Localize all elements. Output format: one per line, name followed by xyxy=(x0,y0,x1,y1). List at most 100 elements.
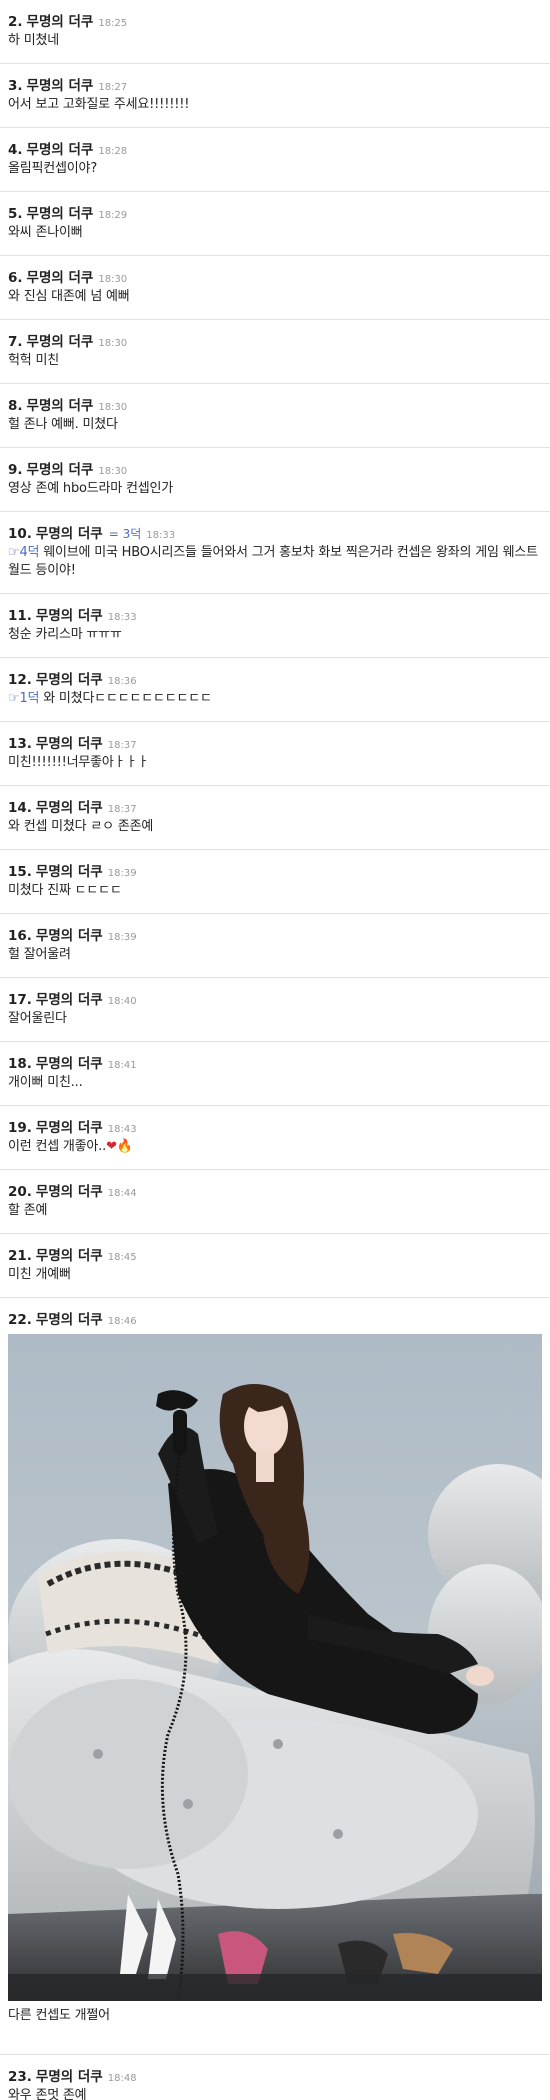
comment-author[interactable]: 무명의 더쿠 xyxy=(27,330,94,350)
comment-author[interactable]: 무명의 더쿠 xyxy=(36,924,103,944)
comment-time: 18:43 xyxy=(107,1124,137,1135)
comment-body: 잘어울린다 xyxy=(8,1011,67,1026)
reply-reference-link[interactable]: ☞1덕 xyxy=(8,691,39,706)
comment-author[interactable]: 무명의 더쿠 xyxy=(27,202,94,222)
comment-number[interactable]: 17. xyxy=(8,992,32,1008)
comment: 18. 무명의 더쿠 18:41 개이뻐 미친... xyxy=(0,1042,550,1106)
comment: 3. 무명의 더쿠 18:27 어서 보고 고화질로 주세요!!!!!!!! xyxy=(0,64,550,128)
comment-author[interactable]: 무명의 더쿠 xyxy=(27,394,94,414)
comment-author[interactable]: 무명의 더쿠 xyxy=(27,74,94,94)
comment-number[interactable]: 4. xyxy=(8,142,23,158)
comment-time: 18:30 xyxy=(98,466,128,477)
comment-author[interactable]: 무명의 더쿠 xyxy=(36,1308,103,1328)
comment-body: 어서 보고 고화질로 주세요!!!!!!!! xyxy=(8,97,190,112)
comment-time: 18:30 xyxy=(98,402,128,413)
comment: 14. 무명의 더쿠 18:37 와 컨셉 미쳤다 ㄹㅇ 존존예 xyxy=(0,786,550,850)
comment: 20. 무명의 더쿠 18:44 할 존예 xyxy=(0,1170,550,1234)
comment-number[interactable]: 11. xyxy=(8,608,32,624)
comment-time: 18:36 xyxy=(107,676,137,687)
comment-number[interactable]: 5. xyxy=(8,206,23,222)
comment-time: 18:29 xyxy=(98,210,128,221)
comment-author[interactable]: 무명의 더쿠 xyxy=(36,668,103,688)
comment-time: 18:39 xyxy=(107,868,137,879)
comment-number[interactable]: 9. xyxy=(8,462,23,478)
comment-number[interactable]: 7. xyxy=(8,334,23,350)
comment-time: 18:30 xyxy=(98,338,128,349)
comment: 8. 무명의 더쿠 18:30 헐 존나 예뻐. 미쳤다 xyxy=(0,384,550,448)
comment-time: 18:37 xyxy=(107,804,137,815)
comment-meta: 5. 무명의 더쿠 18:29 xyxy=(8,202,542,222)
comment-meta: 7. 무명의 더쿠 18:30 xyxy=(8,330,542,350)
comment-number[interactable]: 21. xyxy=(8,1248,32,1264)
comment-time: 18:40 xyxy=(107,996,137,1007)
reply-reference-link[interactable]: ☞4덕 xyxy=(8,545,39,560)
comment-meta: 12. 무명의 더쿠 18:36 xyxy=(8,668,542,688)
comment-meta: 21. 무명의 더쿠 18:45 xyxy=(8,1244,542,1264)
comment-number[interactable]: 10. xyxy=(8,526,32,542)
comment: 9. 무명의 더쿠 18:30 영상 존예 hbo드라마 컨셉인가 xyxy=(0,448,550,512)
comment-body: 이런 컨셉 개좋아..❤🔥 xyxy=(8,1138,542,1156)
reply-target-badge[interactable]: = 3덕 xyxy=(109,525,142,542)
comment-body: 와 컨셉 미쳤다 ㄹㅇ 존존예 xyxy=(8,819,154,834)
comment-number[interactable]: 2. xyxy=(8,14,23,30)
comment-meta: 2. 무명의 더쿠 18:25 xyxy=(8,10,542,30)
comment-author[interactable]: 무명의 더쿠 xyxy=(27,266,94,286)
comment-author[interactable]: 무명의 더쿠 xyxy=(36,860,103,880)
comment-author[interactable]: 무명의 더쿠 xyxy=(36,1244,103,1264)
comment-number[interactable]: 14. xyxy=(8,800,32,816)
attached-photo[interactable] xyxy=(8,1334,542,2001)
comment: 15. 무명의 더쿠 18:39 미쳤다 진짜 ㄷㄷㄷㄷ xyxy=(0,850,550,914)
comment-number[interactable]: 8. xyxy=(8,398,23,414)
comment-number[interactable]: 19. xyxy=(8,1120,32,1136)
comment-author[interactable]: 무명의 더쿠 xyxy=(36,796,103,816)
comment-author[interactable]: 무명의 더쿠 xyxy=(36,2065,103,2085)
comment-number[interactable]: 23. xyxy=(8,2069,32,2085)
comment-body: 와우 존멋 존예 xyxy=(8,2088,87,2100)
comment-number[interactable]: 3. xyxy=(8,78,23,94)
comment-author[interactable]: 무명의 더쿠 xyxy=(36,1180,103,1200)
comment-body: 헐 잘어울려 xyxy=(8,947,71,962)
comment-number[interactable]: 20. xyxy=(8,1184,32,1200)
comment-number[interactable]: 15. xyxy=(8,864,32,880)
comment-author[interactable]: 무명의 더쿠 xyxy=(36,1116,103,1136)
comment-meta: 18. 무명의 더쿠 18:41 xyxy=(8,1052,542,1072)
comment-body: 하 미쳤네 xyxy=(8,33,59,48)
comment-body-text: 웨이브에 미국 HBO시리즈들 들어와서 그거 홍보차 화보 찍은거라 컨셉은 … xyxy=(8,545,538,578)
comment-meta: 10. 무명의 더쿠 = 3덕 18:33 xyxy=(8,522,542,542)
fire-icon: 🔥 xyxy=(116,1139,133,1154)
comment-time: 18:46 xyxy=(107,1316,137,1327)
comment-author[interactable]: 무명의 더쿠 xyxy=(27,458,94,478)
comment-body: 개이뻐 미친... xyxy=(8,1075,83,1090)
comment-author[interactable]: 무명의 더쿠 xyxy=(36,988,103,1008)
comment: 19. 무명의 더쿠 18:43 이런 컨셉 개좋아..❤🔥 xyxy=(0,1106,550,1170)
comment-number[interactable]: 12. xyxy=(8,672,32,688)
comment-author[interactable]: 무명의 더쿠 xyxy=(36,732,103,752)
comment: 17. 무명의 더쿠 18:40 잘어울린다 xyxy=(0,978,550,1042)
comment-time: 18:28 xyxy=(98,146,128,157)
comment-body: 다른 컨셉도 개쩔어 xyxy=(8,2008,110,2023)
comment-time: 18:30 xyxy=(98,274,128,285)
comment-author[interactable]: 무명의 더쿠 xyxy=(36,522,103,542)
comment-number[interactable]: 6. xyxy=(8,270,23,286)
comment: 12. 무명의 더쿠 18:36 ☞1덕 와 미쳤다ㄷㄷㄷㄷㄷㄷㄷㄷㄷㄷ xyxy=(0,658,550,722)
comment-time: 18:45 xyxy=(107,1252,137,1263)
comment-meta: 3. 무명의 더쿠 18:27 xyxy=(8,74,542,94)
comment: 7. 무명의 더쿠 18:30 헉헉 미친 xyxy=(0,320,550,384)
comment-author[interactable]: 무명의 더쿠 xyxy=(27,138,94,158)
comment-body: 헐 존나 예뻐. 미쳤다 xyxy=(8,417,118,432)
comment-number[interactable]: 13. xyxy=(8,736,32,752)
comment-meta: 17. 무명의 더쿠 18:40 xyxy=(8,988,542,1008)
comment-author[interactable]: 무명의 더쿠 xyxy=(36,604,103,624)
comment-meta: 4. 무명의 더쿠 18:28 xyxy=(8,138,542,158)
comment-body: 와씨 존나이뻐 xyxy=(8,225,83,240)
comment-author[interactable]: 무명의 더쿠 xyxy=(27,10,94,30)
comment-author[interactable]: 무명의 더쿠 xyxy=(36,1052,103,1072)
comment-body: 청순 카리스마 ㅠㅠㅠ xyxy=(8,627,122,642)
comment-meta: 6. 무명의 더쿠 18:30 xyxy=(8,266,542,286)
comment-number[interactable]: 22. xyxy=(8,1312,32,1328)
comment-number[interactable]: 16. xyxy=(8,928,32,944)
comment: 6. 무명의 더쿠 18:30 와 진심 대존예 넘 예뻐 xyxy=(0,256,550,320)
comment: 2. 무명의 더쿠 18:25 하 미쳤네 xyxy=(0,0,550,64)
comment-number[interactable]: 18. xyxy=(8,1056,32,1072)
comment-meta: 23. 무명의 더쿠 18:48 xyxy=(8,2065,542,2085)
